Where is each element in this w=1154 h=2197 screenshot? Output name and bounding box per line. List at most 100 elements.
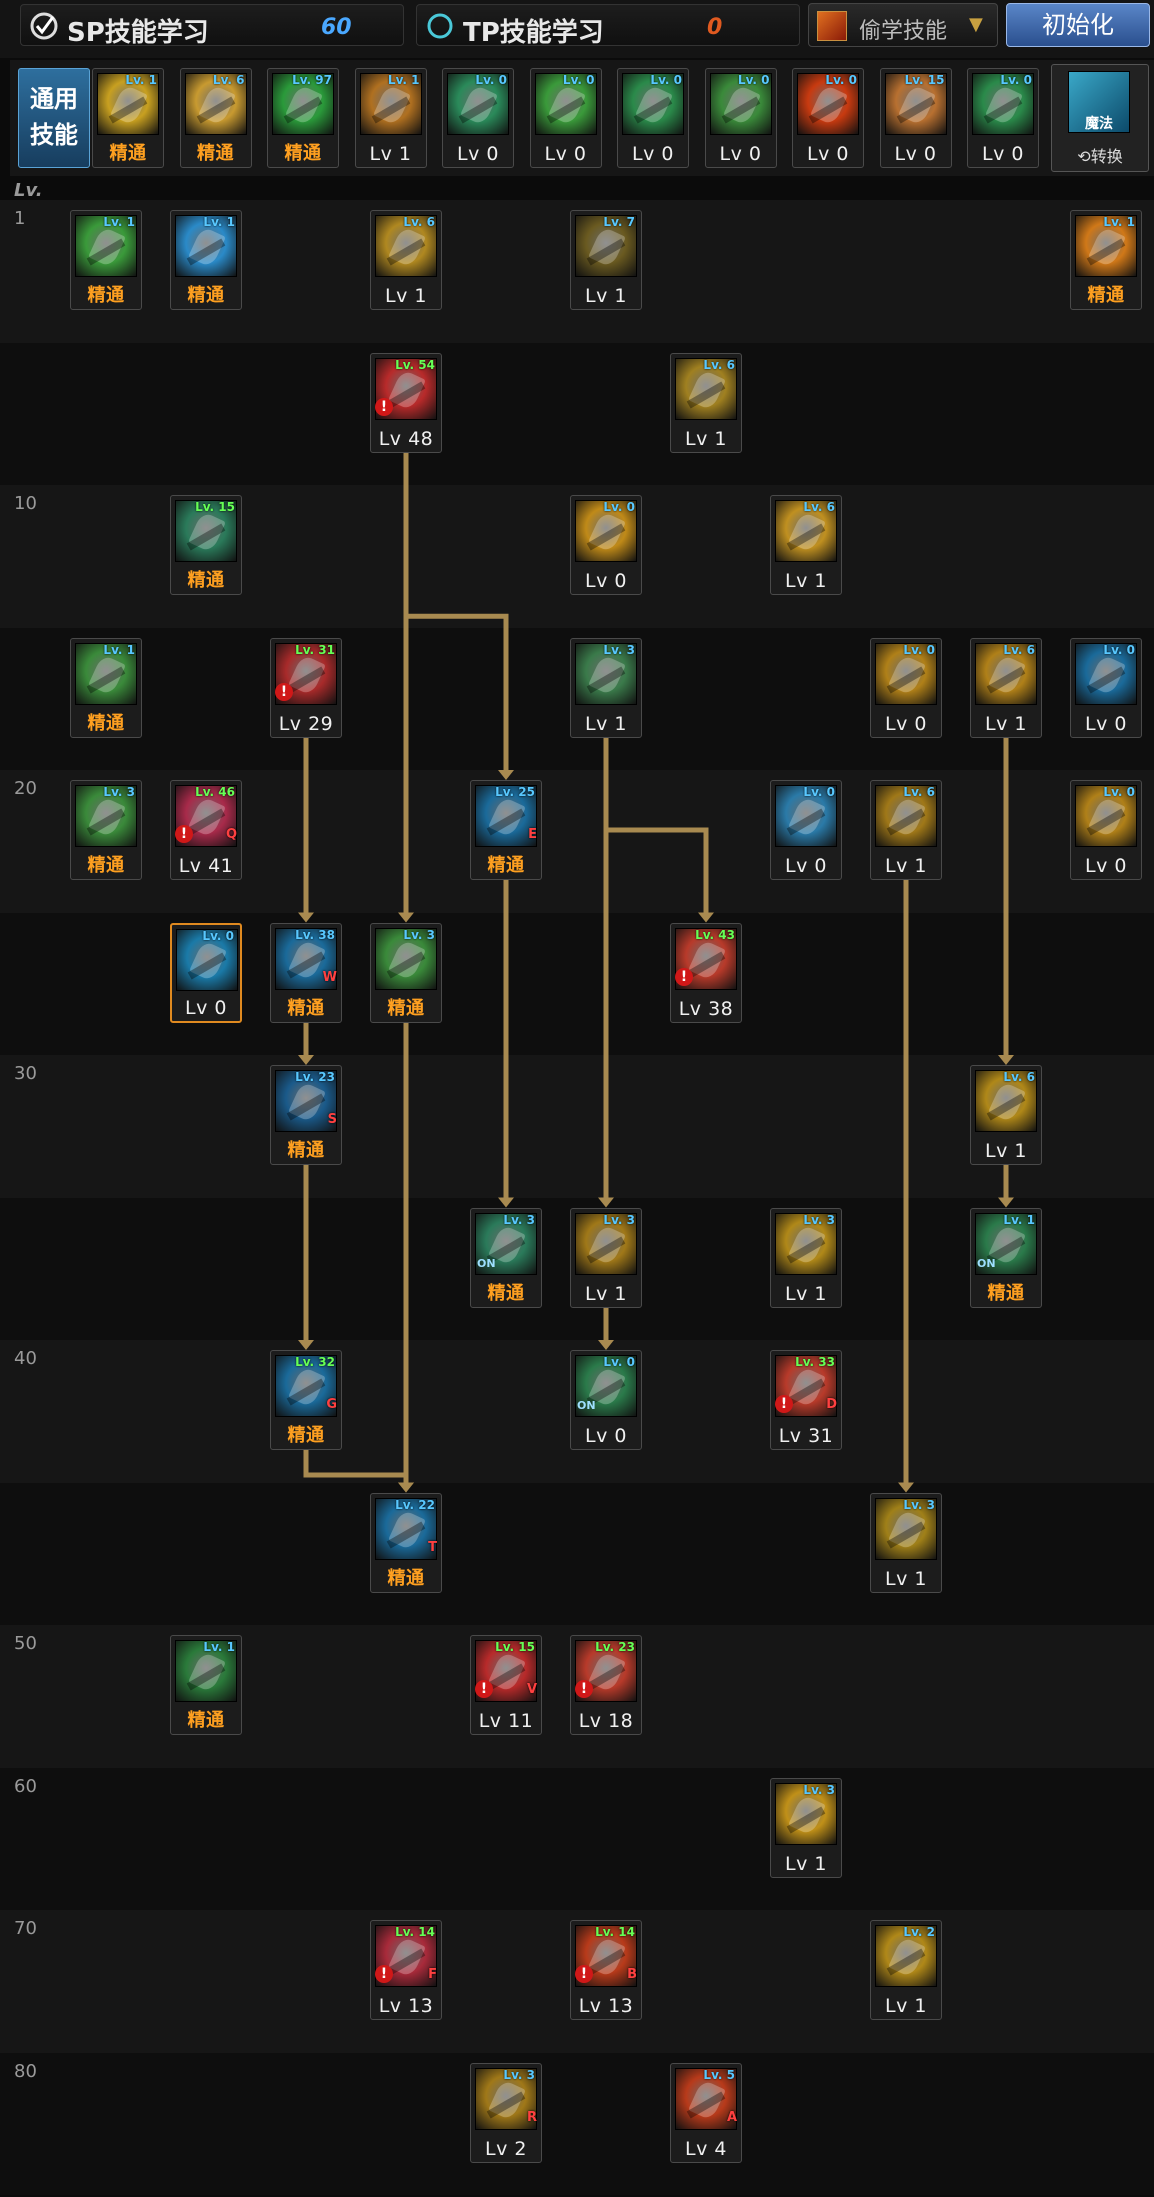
hotkey-label: D xyxy=(826,1397,837,1412)
tree-skill[interactable]: Lv. 3 Lv 1 xyxy=(570,637,642,738)
skill-level-label: Lv 41 xyxy=(178,855,234,877)
connector-arrow xyxy=(398,1482,414,1493)
skill-level-label: Lv 0 xyxy=(185,996,227,1019)
tree-skill[interactable]: Lv. 7 Lv 1 xyxy=(570,210,642,310)
tree-skill[interactable]: Lv. 31! Lv 29 xyxy=(270,637,342,738)
skill-level-label: Lv 0 xyxy=(585,570,627,592)
skill-level-label: Lv 31 xyxy=(778,1425,834,1447)
tree-skill[interactable]: Lv. 0 Lv 0 xyxy=(170,922,242,1023)
skill-level-badge: Lv. 0 xyxy=(603,1355,635,1369)
skill-level-badge: Lv. 14 xyxy=(595,1925,635,1939)
tree-skill[interactable]: Lv. 3 ON 精通 xyxy=(470,1207,542,1308)
connector-arrow xyxy=(298,1340,314,1350)
skill-level-label: Lv 1 xyxy=(585,712,627,735)
skill-connector xyxy=(303,1450,409,1487)
tree-skill[interactable]: Lv. 3 精通 xyxy=(70,780,142,880)
skill-level-label: Lv 0 xyxy=(1085,712,1127,735)
tree-skill[interactable]: Lv. 14! F Lv 13 xyxy=(370,1920,442,2020)
tree-skill[interactable]: Lv. 1 精通 xyxy=(1070,210,1142,310)
tree-skill[interactable]: Lv. 3 R Lv 2 xyxy=(470,2062,542,2163)
skill-level-badge: Lv. 3 xyxy=(503,1212,535,1227)
mastered-label: 精通 xyxy=(387,997,425,1019)
mastered-label: 精通 xyxy=(287,1140,325,1161)
mastered-label: 精通 xyxy=(187,570,225,591)
tree-skill[interactable]: Lv. 54! Lv 48 xyxy=(370,352,442,453)
skill-level-label: Lv 1 xyxy=(885,855,927,877)
tree-skill[interactable]: Lv. 1 精通 xyxy=(70,637,142,738)
toggle-on-icon: ON xyxy=(477,1256,496,1270)
skill-level-badge: Lv. 6 xyxy=(903,785,935,799)
tree-skill[interactable]: Lv. 1 ON 精通 xyxy=(970,1207,1042,1308)
connector-arrow xyxy=(898,1482,914,1493)
tree-skill[interactable]: Lv. 6 Lv 1 xyxy=(770,495,842,595)
tree-skill[interactable]: Lv. 46! Q Lv 41 xyxy=(170,780,242,880)
skill-level-label: Lv 0 xyxy=(785,855,827,877)
mastered-label: 精通 xyxy=(287,997,325,1019)
tree-skill[interactable]: Lv. 6 Lv 1 xyxy=(870,780,942,880)
skill-level-badge: Lv. 33 xyxy=(795,1355,835,1369)
skill-level-badge: Lv. 14 xyxy=(395,1925,435,1939)
warning-icon: ! xyxy=(175,825,193,843)
tree-skill[interactable]: Lv. 38 W 精通 xyxy=(270,922,342,1023)
toggle-on-icon: ON xyxy=(577,1399,596,1412)
tree-skill[interactable]: Lv. 32 G 精通 xyxy=(270,1350,342,1450)
tree-skill[interactable]: Lv. 0 Lv 0 xyxy=(870,637,942,738)
warning-icon: ! xyxy=(375,397,393,416)
tree-skill[interactable]: Lv. 22 T 精通 xyxy=(370,1492,442,1593)
skill-level-label: Lv 1 xyxy=(785,570,827,592)
skill-level-badge: Lv. 32 xyxy=(295,1355,335,1369)
skill-level-badge: Lv. 6 xyxy=(403,215,435,229)
skill-level-badge: Lv. 6 xyxy=(1003,642,1035,657)
skill-level-label: Lv 0 xyxy=(1085,855,1127,877)
tree-skill[interactable]: Lv. 6 Lv 1 xyxy=(970,1065,1042,1165)
mastered-label: 精通 xyxy=(387,1567,425,1589)
skill-level-label: Lv 1 xyxy=(585,1282,627,1305)
warning-icon: ! xyxy=(775,1395,793,1413)
skill-level-badge: Lv. 3 xyxy=(903,1497,935,1512)
tree-skill[interactable]: Lv. 3 Lv 1 xyxy=(770,1777,842,1878)
tree-skill[interactable]: Lv. 15 精通 xyxy=(170,495,242,595)
tree-skill[interactable]: Lv. 33! D Lv 31 xyxy=(770,1350,842,1450)
tree-skill[interactable]: Lv. 3 精通 xyxy=(370,922,442,1023)
hotkey-label: S xyxy=(327,1112,337,1127)
skill-level-badge: Lv. 3 xyxy=(603,642,635,657)
skill-level-label: Lv 1 xyxy=(985,712,1027,735)
tree-skill[interactable]: Lv. 0 Lv 0 xyxy=(1070,780,1142,880)
tree-skill[interactable]: Lv. 0 Lv 0 xyxy=(1070,637,1142,738)
tree-skill[interactable]: Lv. 3 Lv 1 xyxy=(570,1207,642,1308)
skill-level-badge: Lv. 3 xyxy=(803,1782,835,1797)
tree-skill[interactable]: Lv. 6 Lv 1 xyxy=(370,210,442,310)
tree-skill[interactable]: Lv. 15! V Lv 11 xyxy=(470,1635,542,1735)
tree-skill[interactable]: Lv. 23 S 精通 xyxy=(270,1065,342,1165)
tree-skill[interactable]: Lv. 6 Lv 1 xyxy=(670,352,742,453)
skill-level-badge: Lv. 0 xyxy=(903,642,935,657)
tree-skill[interactable]: Lv. 5 A Lv 4 xyxy=(670,2062,742,2163)
connector-arrow xyxy=(998,1197,1014,1208)
warning-icon: ! xyxy=(575,1965,593,1983)
tree-skill[interactable]: Lv. 43! Lv 38 xyxy=(670,922,742,1023)
hotkey-label: R xyxy=(526,2109,537,2125)
tree-skill[interactable]: Lv. 0 ON Lv 0 xyxy=(570,1350,642,1450)
tree-skill[interactable]: Lv. 1 精通 xyxy=(70,210,142,310)
tree-skill[interactable]: Lv. 1 精通 xyxy=(170,210,242,310)
tree-skill[interactable]: Lv. 6 Lv 1 xyxy=(970,637,1042,738)
tree-skill[interactable]: Lv. 3 Lv 1 xyxy=(870,1492,942,1593)
tree-skill[interactable]: Lv. 0 Lv 0 xyxy=(770,780,842,880)
skill-level-badge: Lv. 3 xyxy=(803,1212,835,1227)
skill-level-label: Lv 4 xyxy=(685,2137,727,2160)
skill-level-label: Lv 1 xyxy=(985,1140,1027,1162)
tree-skill[interactable]: Lv. 23! Lv 18 xyxy=(570,1635,642,1735)
skill-level-badge: Lv. 38 xyxy=(295,927,335,942)
mastered-label: 精通 xyxy=(1087,285,1125,306)
tree-skill[interactable]: Lv. 3 Lv 1 xyxy=(770,1207,842,1308)
tree-skill[interactable]: Lv. 14! B Lv 13 xyxy=(570,1920,642,2020)
tree-skill[interactable]: Lv. 0 Lv 0 xyxy=(570,495,642,595)
skill-level-label: Lv 0 xyxy=(585,1425,627,1447)
tree-skill[interactable]: Lv. 2 Lv 1 xyxy=(870,1920,942,2020)
tree-skill[interactable]: Lv. 25 E 精通 xyxy=(470,780,542,880)
tree-skill[interactable]: Lv. 1 精通 xyxy=(170,1635,242,1735)
skill-level-badge: Lv. 1 xyxy=(1103,215,1135,229)
skill-level-badge: Lv. 2 xyxy=(903,1925,935,1939)
skill-level-badge: Lv. 1 xyxy=(1003,1212,1035,1227)
mastered-label: 精通 xyxy=(487,1282,525,1304)
